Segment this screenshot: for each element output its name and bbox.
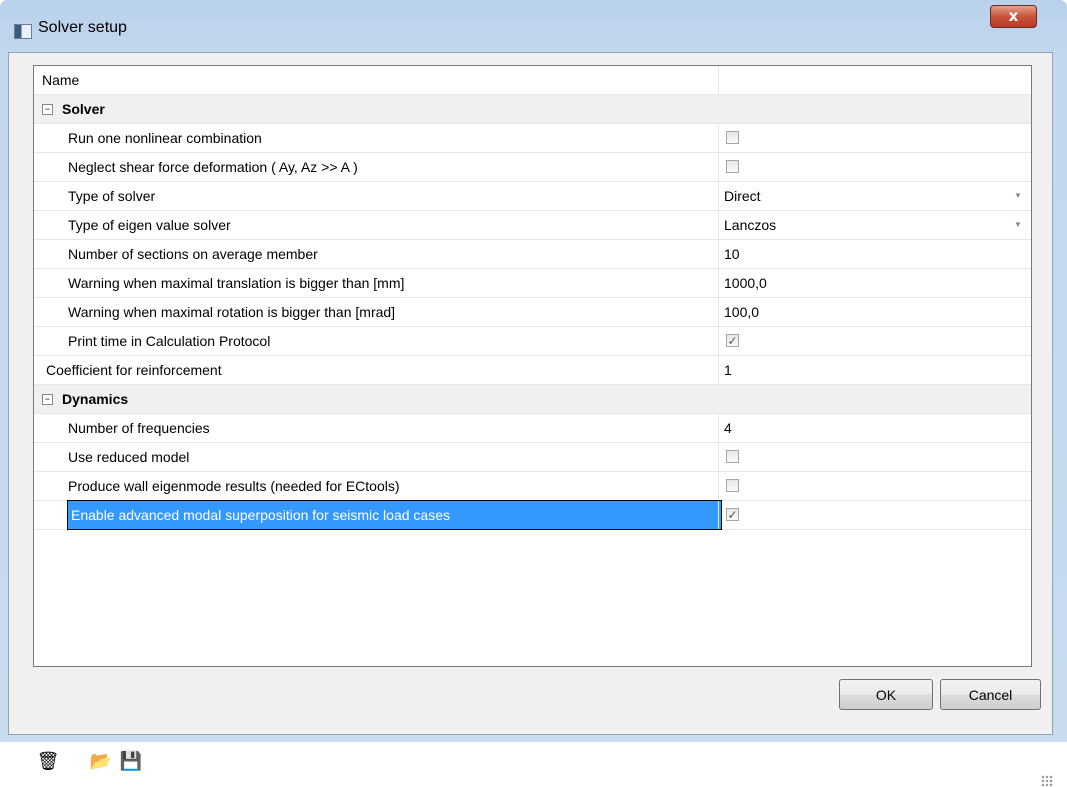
property-label: Type of eigen value solver [68,217,231,233]
property-row[interactable]: Coefficient for reinforcement 1 [34,356,1031,385]
column-separator [718,472,719,500]
close-button[interactable]: x [990,5,1037,28]
property-row[interactable]: Type of solver Direct ▼ [34,182,1031,211]
property-label: Use reduced model [68,449,190,465]
column-separator [718,443,719,471]
property-label: Warning when maximal translation is bigg… [68,275,405,291]
save-button[interactable]: 💾 [119,750,143,774]
property-checkbox[interactable] [726,131,739,144]
save-icon: 💾 [119,751,143,772]
column-separator [718,414,719,442]
dropdown-arrow-icon[interactable]: ▼ [1014,182,1022,210]
property-label: Produce wall eigenmode results (needed f… [68,478,400,494]
property-value[interactable]: 100,0 [724,298,759,326]
property-row[interactable]: Produce wall eigenmode results (needed f… [34,472,1031,501]
property-row[interactable]: Neglect shear force deformation ( Ay, Az… [34,153,1031,182]
resize-grip[interactable] [1041,775,1053,787]
column-separator [718,327,719,355]
property-label: Neglect shear force deformation ( Ay, Az… [68,159,358,175]
property-value[interactable]: 4 [724,414,732,442]
column-separator [718,182,719,210]
property-grid[interactable]: Name − Solver Run one nonlinear combinatio… [33,65,1032,667]
grid-header: Name [34,66,1031,95]
property-label: Run one nonlinear combination [68,130,262,146]
column-separator [718,269,719,297]
property-label: Print time in Calculation Protocol [68,333,271,349]
ok-button[interactable]: OK [839,679,933,710]
property-checkbox[interactable] [726,479,739,492]
property-label: Enable advanced modal superposition for … [67,500,722,530]
column-separator [718,356,719,384]
property-label: Dynamics [62,391,129,407]
property-value[interactable]: Lanczos [724,211,776,239]
property-row[interactable]: Use reduced model [34,443,1031,472]
column-separator [718,298,719,326]
column-separator [718,211,719,239]
open-button[interactable]: 📂 [89,750,113,774]
collapse-toggle-icon[interactable]: − [42,394,53,405]
property-row[interactable]: Number of sections on average member 10 [34,240,1031,269]
solver-setup-window: Solver setup x Name − Solver Run one nonli… [0,0,1067,787]
property-label: Coefficient for reinforcement [46,362,222,378]
property-value[interactable]: Direct [724,182,761,210]
collapse-toggle-icon[interactable]: − [42,104,53,115]
window-title: Solver setup [38,19,127,36]
property-label: Solver [62,101,105,117]
clear-button[interactable]: 🗑 [36,750,60,774]
property-value[interactable]: 10 [724,240,740,268]
property-label: Type of solver [68,188,156,204]
property-value[interactable]: 1000,0 [724,269,767,297]
open-folder-icon: 📂 [89,751,113,772]
property-label: Number of sections on average member [68,246,318,262]
property-row[interactable]: Enable advanced modal superposition for … [34,500,1031,530]
dropdown-arrow-icon[interactable]: ▼ [1014,211,1022,239]
dialog-body: Name − Solver Run one nonlinear combinatio… [8,52,1053,787]
property-row[interactable]: Type of eigen value solver Lanczos ▼ [34,211,1031,240]
property-row[interactable]: Print time in Calculation Protocol ✓ [34,327,1031,356]
property-row[interactable]: Warning when maximal translation is bigg… [34,269,1031,298]
property-row[interactable]: Number of frequencies 4 [34,414,1031,443]
property-value[interactable]: 1 [724,356,732,384]
clear-icon: 🗑 [36,751,60,772]
category-row[interactable]: − Dynamics [34,385,1031,414]
property-row[interactable]: Run one nonlinear combination [34,124,1031,153]
column-separator [718,66,719,94]
property-label: Warning when maximal rotation is bigger … [68,304,396,320]
column-separator [718,240,719,268]
property-checkbox[interactable] [726,450,739,463]
property-checkbox[interactable] [726,160,739,173]
cancel-button[interactable]: Cancel [940,679,1041,710]
column-separator [718,153,719,181]
property-checkbox[interactable]: ✓ [726,334,739,347]
header-name: Name [42,72,80,88]
property-checkbox[interactable]: ✓ [726,508,739,521]
app-icon [14,24,32,39]
column-separator [718,501,719,529]
property-label: Number of frequencies [68,420,210,436]
property-row[interactable]: Warning when maximal rotation is bigger … [34,298,1031,327]
column-separator [718,124,719,152]
category-row[interactable]: − Solver [34,95,1031,124]
